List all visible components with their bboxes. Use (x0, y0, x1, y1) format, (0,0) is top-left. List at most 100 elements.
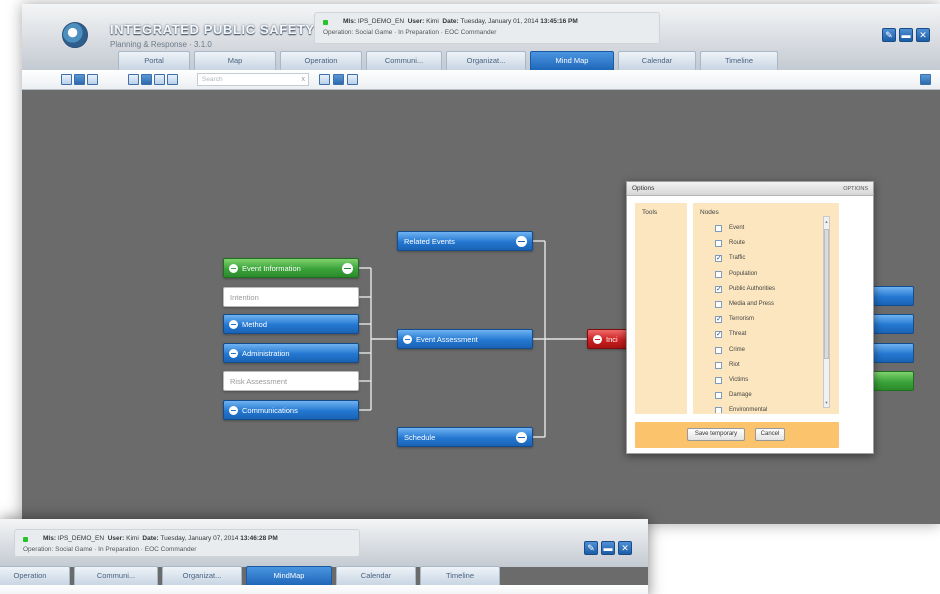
node-option[interactable]: Population (715, 269, 775, 284)
dialog-title-right: OPTIONS (843, 186, 868, 192)
scroll-thumb[interactable] (824, 229, 829, 359)
node-risk-assessment[interactable]: Risk Assessment (223, 371, 359, 391)
node-communications[interactable]: Communications (223, 400, 359, 420)
node-option[interactable]: Damage (715, 390, 775, 405)
node-right-3[interactable] (872, 343, 914, 363)
date-value: Tuesday, January 07, 2014 (160, 535, 239, 542)
nodes-title: Nodes (700, 209, 719, 216)
node-option[interactable]: Threat (715, 329, 775, 344)
time-value: 13:46:28 PM (240, 535, 278, 542)
collapse-node-icon[interactable] (229, 264, 238, 273)
checkbox[interactable] (715, 392, 722, 400)
node-intention[interactable]: Intention (223, 287, 359, 307)
node-toggle-icon[interactable] (516, 432, 527, 443)
node-option[interactable]: Riot (715, 360, 775, 375)
collapse-node-icon[interactable] (403, 335, 412, 344)
secondary-header: MIs: IPS_DEMO_EN User: Kimi Date: Tuesda… (0, 519, 648, 567)
node-label: Inci (606, 335, 618, 344)
option-label: Environmental (729, 407, 768, 414)
checkbox[interactable] (715, 314, 722, 325)
minimize-icon[interactable]: ▬ (601, 541, 615, 555)
collapse-node-icon[interactable] (229, 320, 238, 329)
option-label: Traffic (729, 255, 746, 262)
dialog-title-bar[interactable]: Options OPTIONS (627, 182, 873, 196)
option-label: Public Authorities (729, 285, 776, 292)
node-schedule[interactable]: Schedule (397, 427, 533, 447)
checkbox[interactable] (715, 407, 722, 414)
nodes-checklist: Event Route Traffic Population Public Au… (715, 223, 775, 414)
checkbox[interactable] (715, 225, 722, 232)
checkbox[interactable] (715, 253, 722, 264)
option-label: Population (729, 270, 758, 277)
node-label: Related Events (404, 237, 455, 246)
checkbox[interactable] (715, 361, 722, 369)
option-label: Damage (729, 392, 752, 399)
collapse-node-icon[interactable] (229, 349, 238, 358)
nodes-panel: Nodes Event Route Traffic Population Pub… (693, 203, 839, 414)
tab-communication[interactable]: Communi... (74, 566, 158, 585)
cancel-button[interactable]: Cancel (755, 428, 785, 441)
checkbox[interactable] (715, 284, 722, 295)
checkbox[interactable] (715, 329, 722, 340)
node-option[interactable]: Media and Press (715, 299, 775, 314)
close-icon[interactable]: ✕ (618, 541, 632, 555)
node-option[interactable]: Crime (715, 345, 775, 360)
nodes-scrollbar[interactable]: ▲ ▼ (823, 216, 830, 408)
checkbox[interactable] (715, 346, 722, 354)
user-label: User: (107, 535, 125, 542)
tab-organization[interactable]: Organizat... (162, 566, 242, 585)
node-toggle-icon[interactable] (516, 236, 527, 247)
node-option[interactable]: Terrorism (715, 314, 775, 329)
node-toggle-icon[interactable] (342, 263, 353, 274)
tab-calendar[interactable]: Calendar (336, 566, 416, 585)
node-label: Administration (242, 349, 290, 358)
secondary-tab-bar: Operation Communi... Organizat... MindMa… (0, 566, 500, 585)
option-label: Route (729, 240, 746, 247)
secondary-toolbar (0, 585, 648, 594)
node-right-1[interactable] (872, 286, 914, 306)
node-label: Intention (230, 293, 259, 302)
node-right-2[interactable] (872, 314, 914, 334)
node-label: Method (242, 320, 268, 329)
node-option[interactable]: Environmental (715, 405, 775, 414)
node-option[interactable]: Traffic (715, 253, 775, 268)
node-administration[interactable]: Administration (223, 343, 359, 363)
node-method[interactable]: Method (223, 314, 359, 334)
node-label: Communications (242, 406, 298, 415)
collapse-node-icon[interactable] (229, 406, 238, 415)
tools-title: Tools (642, 209, 658, 216)
secondary-window: MIs: IPS_DEMO_EN User: Kimi Date: Tuesda… (0, 519, 648, 594)
edit-icon[interactable]: ✎ (584, 541, 598, 555)
option-label: Media and Press (729, 300, 775, 307)
checkbox[interactable] (715, 270, 722, 278)
node-label: Event Information (242, 264, 301, 273)
mis-value: IPS_DEMO_EN (57, 535, 105, 542)
tab-timeline[interactable]: Timeline (420, 566, 500, 585)
node-label: Risk Assessment (230, 377, 288, 386)
checkbox[interactable] (715, 240, 722, 248)
collapse-node-icon[interactable] (593, 335, 602, 344)
tab-mind-map[interactable]: MindMap (246, 566, 332, 585)
checkbox[interactable] (715, 300, 722, 308)
node-option[interactable]: Public Authorities (715, 284, 775, 299)
scroll-down-icon[interactable]: ▼ (824, 400, 829, 405)
date-label: Date: (142, 535, 159, 542)
node-option[interactable]: Victims (715, 375, 775, 390)
dialog-title: Options (632, 185, 655, 192)
scroll-up-icon[interactable]: ▲ (824, 219, 829, 224)
tab-operation[interactable]: Operation (0, 566, 70, 585)
option-label: Riot (729, 361, 740, 368)
node-event-information[interactable]: Event Information (223, 258, 359, 278)
save-temporary-button[interactable]: Save temporary (687, 428, 745, 441)
node-right-4[interactable] (872, 371, 914, 391)
operation-line: Operation: Social Game · In Preparation … (23, 546, 197, 553)
node-related-events[interactable]: Related Events (397, 231, 533, 251)
user-value: Kimi (126, 535, 139, 542)
checkbox[interactable] (715, 376, 722, 384)
node-option[interactable]: Route (715, 238, 775, 253)
secondary-session-info: MIs: IPS_DEMO_EN User: Kimi Date: Tuesda… (14, 529, 360, 557)
tools-panel: Tools (635, 203, 687, 414)
node-option[interactable]: Event (715, 223, 775, 238)
node-event-assessment[interactable]: Event Assessment (397, 329, 533, 349)
option-label: Terrorism (729, 316, 754, 323)
